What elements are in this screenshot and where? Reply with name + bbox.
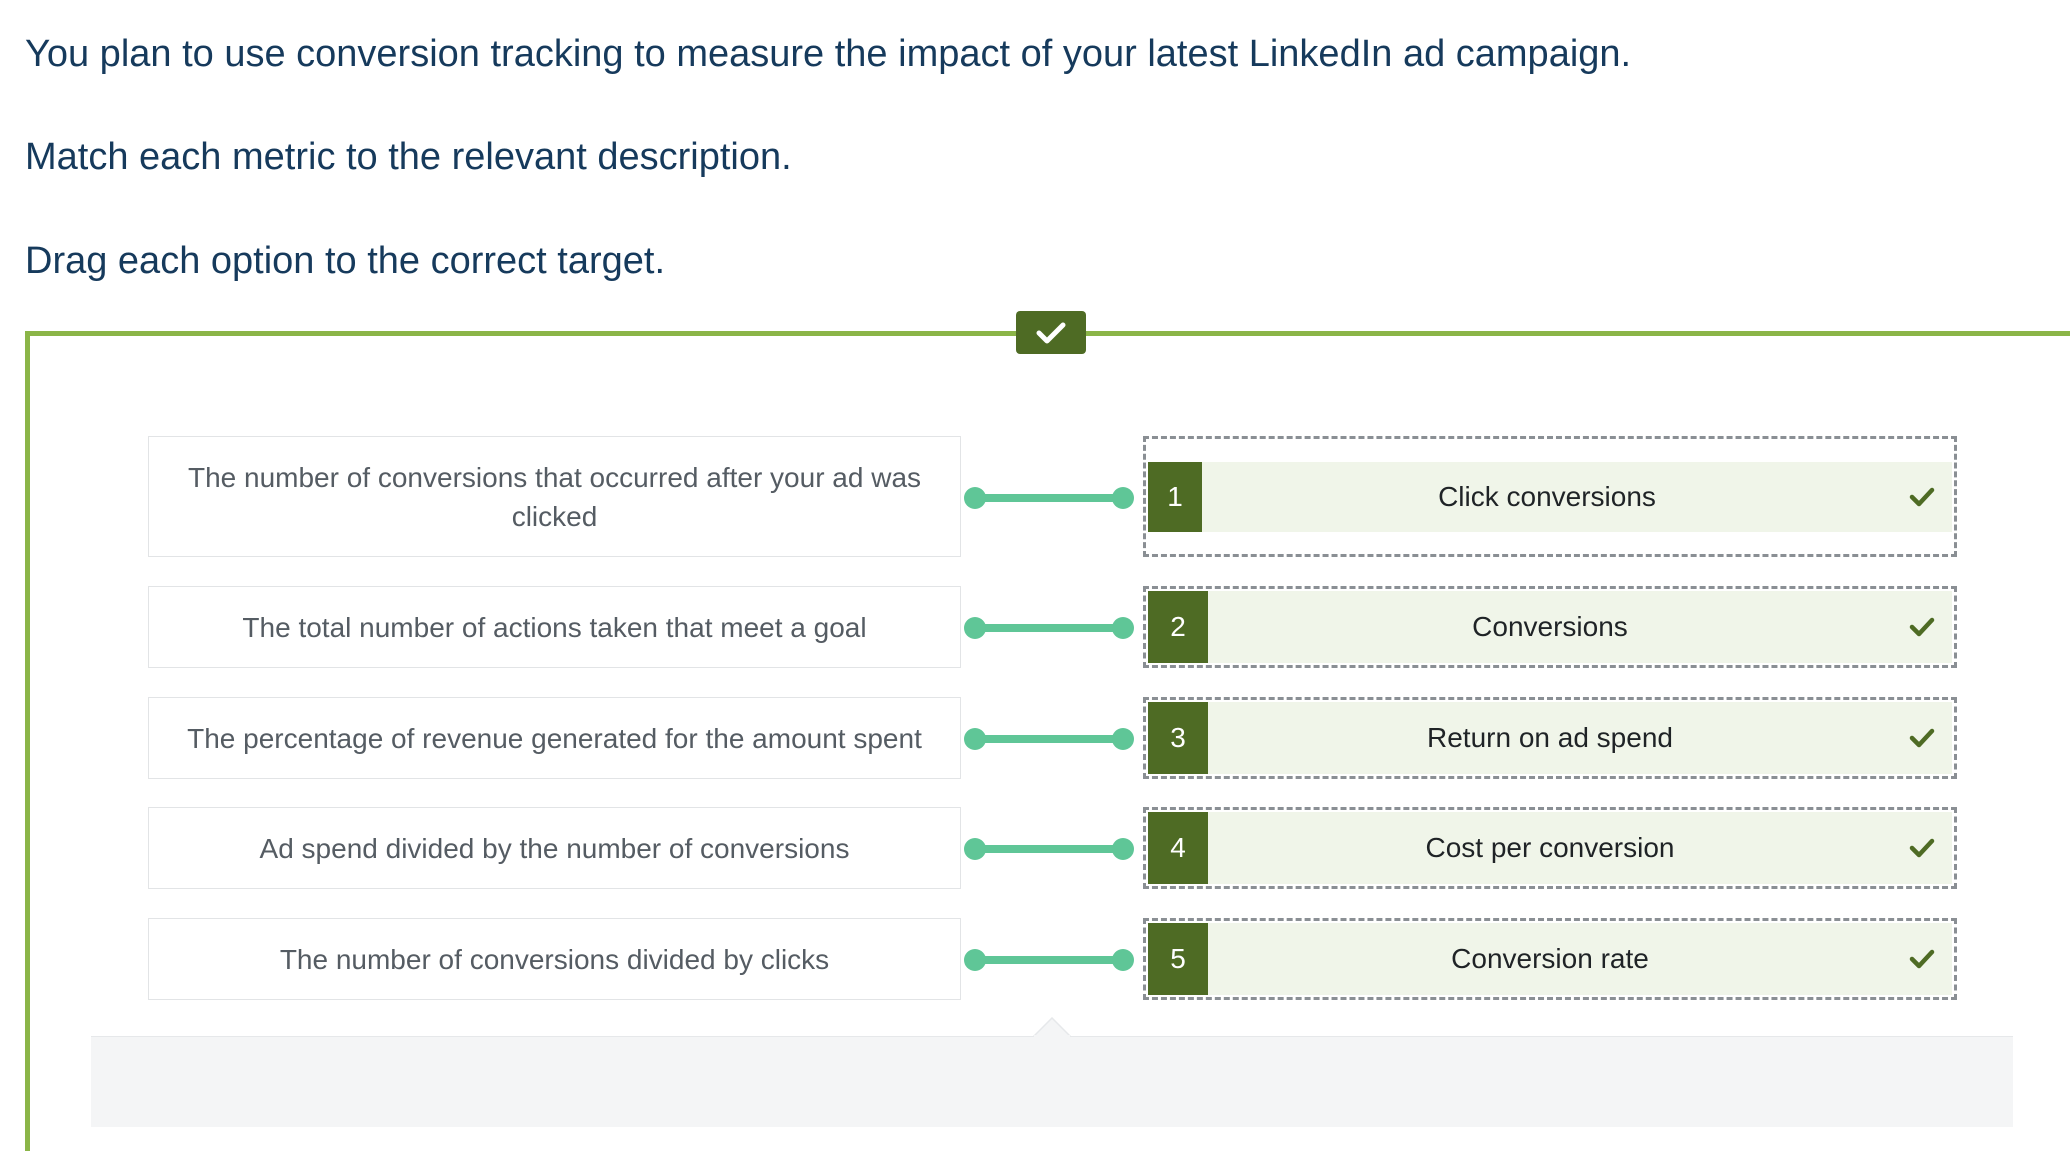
drop-target-5[interactable]: 5 Conversion rate — [1143, 918, 1957, 1000]
option-label: Cost per conversion — [1425, 832, 1675, 863]
match-connector — [964, 728, 1134, 750]
question-instruction: Match each metric to the relevant descri… — [25, 136, 792, 178]
description-box-3: The percentage of revenue generated for … — [148, 697, 961, 779]
draggable-option[interactable]: 3 Return on ad spend — [1148, 702, 1952, 774]
check-icon — [1909, 728, 1935, 748]
correct-status-badge — [1016, 311, 1086, 354]
drop-target-1[interactable]: 1 Click conversions — [1143, 436, 1957, 557]
draggable-option[interactable]: 2 Conversions — [1148, 591, 1952, 663]
option-label: Return on ad spend — [1427, 722, 1673, 753]
option-number: 4 — [1148, 812, 1208, 884]
option-number: 2 — [1148, 591, 1208, 663]
description-text: The number of conversions divided by cli… — [279, 943, 830, 975]
drop-target-2[interactable]: 2 Conversions — [1143, 586, 1957, 668]
draggable-option[interactable]: 4 Cost per conversion — [1148, 812, 1952, 884]
draggable-option[interactable]: 5 Conversion rate — [1148, 923, 1952, 995]
option-label: Conversions — [1472, 611, 1628, 642]
draggable-option[interactable]: 1 Click conversions — [1148, 462, 1952, 532]
question-text: You plan to use conversion tracking to m… — [25, 33, 1632, 75]
check-icon — [1036, 322, 1066, 343]
option-label: Click conversions — [1438, 481, 1656, 512]
description-text: Ad spend divided by the number of conver… — [259, 832, 850, 864]
check-icon — [1909, 487, 1935, 507]
feedback-pointer — [1033, 1017, 1071, 1037]
description-text: The percentage of revenue generated for … — [187, 722, 922, 754]
option-label: Conversion rate — [1451, 943, 1649, 974]
check-icon — [1909, 838, 1935, 858]
check-icon — [1909, 949, 1935, 969]
match-connector — [964, 838, 1134, 860]
match-connector — [964, 617, 1134, 639]
option-number: 1 — [1148, 462, 1202, 532]
description-box-2: The total number of actions taken that m… — [148, 586, 961, 668]
drag-instruction: Drag each option to the correct target. — [25, 240, 666, 282]
drop-target-3[interactable]: 3 Return on ad spend — [1143, 697, 1957, 779]
option-number: 5 — [1148, 923, 1208, 995]
match-connector — [964, 487, 1134, 509]
description-text: The total number of actions taken that m… — [242, 611, 867, 643]
description-box-5: The number of conversions divided by cli… — [148, 918, 961, 1000]
check-icon — [1909, 617, 1935, 637]
description-box-1: The number of conversions that occurred … — [148, 436, 961, 557]
option-number: 3 — [1148, 702, 1208, 774]
description-text: The number of conversions that occurred … — [187, 461, 922, 532]
feedback-panel — [91, 1036, 2013, 1127]
drop-target-4[interactable]: 4 Cost per conversion — [1143, 807, 1957, 889]
match-connector — [964, 949, 1134, 971]
description-box-4: Ad spend divided by the number of conver… — [148, 807, 961, 889]
